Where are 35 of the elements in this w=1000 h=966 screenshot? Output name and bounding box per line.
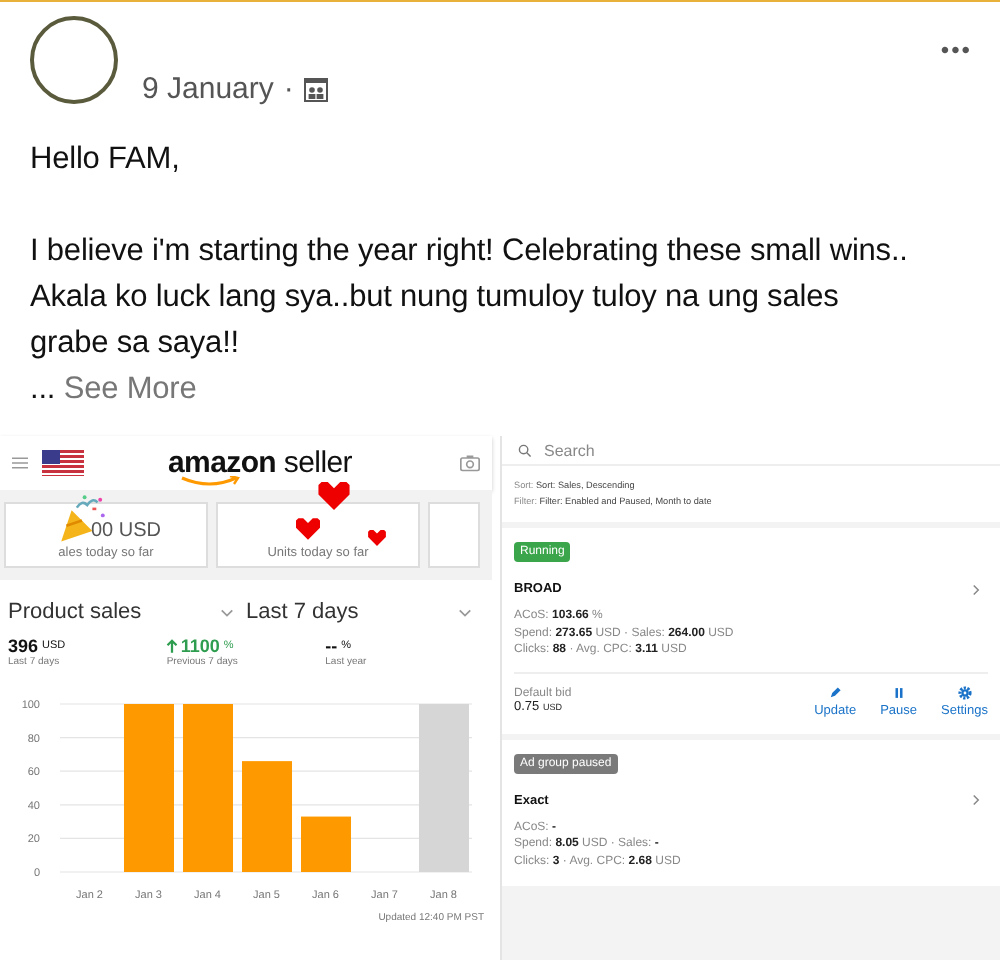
chevron-down-icon[interactable] <box>220 607 234 617</box>
heart-icon <box>318 482 350 510</box>
post-date: 9 January <box>142 72 274 106</box>
metric-dropdown[interactable]: Product sales <box>8 600 142 624</box>
chevron-icon[interactable] <box>972 583 980 595</box>
ellipsis: ... <box>30 372 56 406</box>
bar <box>242 761 292 872</box>
up-arrow-icon <box>166 638 179 654</box>
amazon-seller-logo: amazon seller <box>168 446 352 480</box>
see-more-link[interactable]: See More <box>63 372 197 406</box>
pencil-icon <box>828 685 843 699</box>
settings-icon <box>957 685 972 699</box>
post-text: Akala ko luck lang sya..but nung tumuloy tuloy na ung sales grabe sa saya!! <box>30 278 841 364</box>
flag-icon[interactable] <box>42 450 84 476</box>
card-value: 00 USD <box>90 520 161 542</box>
menu-icon[interactable] <box>12 456 28 470</box>
bar <box>301 816 351 872</box>
bar <box>183 704 233 872</box>
bar <box>124 704 174 872</box>
chevron-icon[interactable] <box>972 794 980 806</box>
more-options-button[interactable]: ••• <box>940 36 972 64</box>
heart-icon <box>368 530 386 546</box>
period-dropdown[interactable]: Last 7 days <box>246 600 359 624</box>
bar <box>419 704 469 872</box>
pause-icon <box>891 685 906 699</box>
search-field[interactable]: Search <box>544 441 784 459</box>
avatar[interactable] <box>30 16 118 104</box>
camera-icon[interactable] <box>460 454 480 472</box>
chevron-down-icon[interactable] <box>458 607 472 617</box>
post-text: I believe i'm starting the year right! Celebrating these small wins.. <box>30 232 910 272</box>
search-icon <box>518 443 532 457</box>
separator-dot: · <box>283 72 294 106</box>
audience-icon <box>303 77 328 101</box>
heart-icon <box>296 518 320 540</box>
post-text: Hello FAM, <box>30 140 182 180</box>
